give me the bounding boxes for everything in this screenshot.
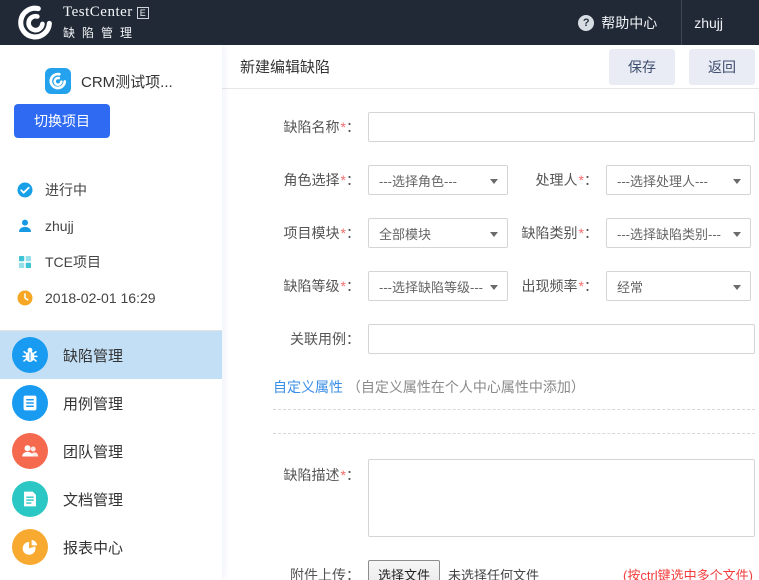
- category-label: 缺陷类别*：: [508, 223, 598, 243]
- current-project: CRM测试项...: [45, 68, 222, 94]
- file-status-text: 未选择任何文件: [448, 565, 539, 580]
- defect-name-row: 缺陷名称*：: [238, 112, 755, 142]
- dashed-divider-bottom: [273, 433, 755, 434]
- role-select[interactable]: ---选择角色---: [368, 165, 508, 195]
- severity-label: 缺陷等级*：: [238, 276, 360, 296]
- sidebar-item-defect-management[interactable]: 缺陷管理: [0, 331, 222, 379]
- dropdown-arrow-icon: [733, 179, 741, 184]
- dropdown-arrow-icon: [490, 285, 498, 290]
- module-category-row: 项目模块*： 全部模块 缺陷类别*： ---选择缺陷类别---: [238, 218, 755, 248]
- frequency-select-value: 经常: [617, 277, 643, 296]
- page-title: 新建编辑缺陷: [240, 56, 330, 77]
- project-status: 进行中: [0, 172, 222, 208]
- team-icon: [12, 433, 48, 469]
- sidebar-item-report-center[interactable]: 报表中心: [0, 523, 222, 571]
- description-label: 缺陷描述*：: [238, 459, 360, 485]
- custom-attrs-row: 自定义属性 （自定义属性在个人中心属性中添加）: [273, 377, 755, 397]
- project-owner-label: zhujj: [45, 218, 74, 234]
- role-handler-row: 角色选择*： ---选择角色--- 处理人*： ---选择处理人---: [238, 165, 755, 195]
- project-status-label: 进行中: [45, 180, 87, 200]
- project-timestamp-label: 2018-02-01 16:29: [45, 290, 156, 306]
- dashed-divider-top: [273, 409, 755, 410]
- custom-attrs-link[interactable]: 自定义属性: [273, 379, 343, 395]
- category-select[interactable]: ---选择缺陷类别---: [606, 218, 751, 248]
- sidebar-item-label: 报表中心: [63, 537, 123, 558]
- attachment-note: (按ctrl键选中多个文件): [623, 565, 753, 580]
- back-button[interactable]: 返回: [689, 49, 755, 85]
- sidebar: CRM测试项... 切换项目 进行中 zhujj: [0, 45, 222, 580]
- module-label: 项目模块*：: [238, 223, 360, 243]
- defect-form: 缺陷名称*： 角色选择*： ---选择角色--- 处理人*： ---选择处理人-…: [222, 89, 759, 580]
- project-logo-icon: [45, 68, 71, 94]
- severity-frequency-row: 缺陷等级*： ---选择缺陷等级--- 出现频率*： 经常: [238, 271, 755, 301]
- custom-attrs-hint: （自定义属性在个人中心属性中添加）: [347, 379, 585, 395]
- severity-select[interactable]: ---选择缺陷等级---: [368, 271, 508, 301]
- project-name: CRM测试项...: [81, 71, 173, 92]
- sidebar-item-label: 团队管理: [63, 441, 123, 462]
- role-label: 角色选择*：: [238, 170, 360, 190]
- description-textarea[interactable]: [368, 459, 755, 537]
- handler-label: 处理人*：: [508, 170, 598, 190]
- project-owner: zhujj: [0, 208, 222, 244]
- sidebar-item-label: 文档管理: [63, 489, 123, 510]
- dropdown-arrow-icon: [490, 179, 498, 184]
- attachment-label: 附件上传*：: [238, 565, 360, 580]
- choose-file-button[interactable]: 选择文件: [368, 560, 440, 580]
- help-center-button[interactable]: ? 帮助中心: [578, 13, 681, 33]
- attachment-row: 附件上传*： 选择文件 未选择任何文件 (按ctrl键选中多个文件): [238, 560, 755, 580]
- brand-subtitle: 缺陷管理: [63, 24, 149, 41]
- clock-icon: [16, 289, 34, 307]
- modules-grid-icon: [16, 253, 34, 271]
- project-info-list: 进行中 zhujj TCE项目: [0, 172, 222, 316]
- sidebar-item-label: 用例管理: [63, 393, 123, 414]
- handler-select[interactable]: ---选择处理人---: [606, 165, 751, 195]
- brand-edition-badge: E: [137, 7, 150, 19]
- related-case-row: 关联用例*：: [238, 324, 755, 354]
- content-header: 新建编辑缺陷 保存 返回: [222, 45, 759, 89]
- description-row: 缺陷描述*：: [238, 459, 755, 537]
- status-check-icon: [16, 181, 34, 199]
- project-type: TCE项目: [0, 244, 222, 280]
- project-type-label: TCE项目: [45, 252, 101, 272]
- top-header: TestCenter E 缺陷管理 ? 帮助中心 zhujj: [0, 0, 759, 45]
- main-content: 新建编辑缺陷 保存 返回 缺陷名称*： 角色选择*： ---选择角色---: [222, 45, 759, 580]
- dropdown-arrow-icon: [733, 232, 741, 237]
- swirl-logo-icon: [17, 4, 54, 41]
- brand-name: TestCenter: [63, 4, 133, 21]
- role-select-value: ---选择角色---: [379, 171, 457, 190]
- defect-name-label: 缺陷名称*：: [238, 117, 360, 137]
- dropdown-arrow-icon: [490, 232, 498, 237]
- document-icon: [12, 481, 48, 517]
- severity-select-value: ---选择缺陷等级---: [379, 277, 483, 296]
- bug-icon: [12, 337, 48, 373]
- frequency-label: 出现频率*：: [508, 276, 598, 296]
- user-menu[interactable]: zhujj: [682, 15, 759, 31]
- frequency-select[interactable]: 经常: [606, 271, 751, 301]
- question-mark-icon: ?: [578, 15, 594, 31]
- brand-logo: TestCenter E 缺陷管理: [0, 4, 149, 41]
- sidebar-item-label: 缺陷管理: [63, 345, 123, 366]
- app-window: TestCenter E 缺陷管理 ? 帮助中心 zhujj CR: [0, 0, 759, 580]
- switch-project-button[interactable]: 切换项目: [14, 104, 110, 138]
- save-button[interactable]: 保存: [609, 49, 675, 85]
- user-icon: [16, 217, 34, 235]
- sidebar-item-document-management[interactable]: 文档管理: [0, 475, 222, 523]
- defect-name-input[interactable]: [368, 112, 755, 142]
- dropdown-arrow-icon: [733, 285, 741, 290]
- module-select-value: 全部模块: [379, 224, 431, 243]
- project-timestamp: 2018-02-01 16:29: [0, 280, 222, 316]
- handler-select-value: ---选择处理人---: [617, 171, 708, 190]
- help-center-label: 帮助中心: [601, 13, 657, 33]
- testcase-icon: [12, 385, 48, 421]
- related-case-input[interactable]: [368, 324, 755, 354]
- report-pie-icon: [12, 529, 48, 565]
- sidebar-item-team-management[interactable]: 团队管理: [0, 427, 222, 475]
- sidebar-item-testcase-management[interactable]: 用例管理: [0, 379, 222, 427]
- module-select[interactable]: 全部模块: [368, 218, 508, 248]
- sidebar-menu: 缺陷管理 用例管理: [0, 331, 222, 571]
- related-case-label: 关联用例*：: [238, 329, 360, 349]
- category-select-value: ---选择缺陷类别---: [617, 224, 721, 243]
